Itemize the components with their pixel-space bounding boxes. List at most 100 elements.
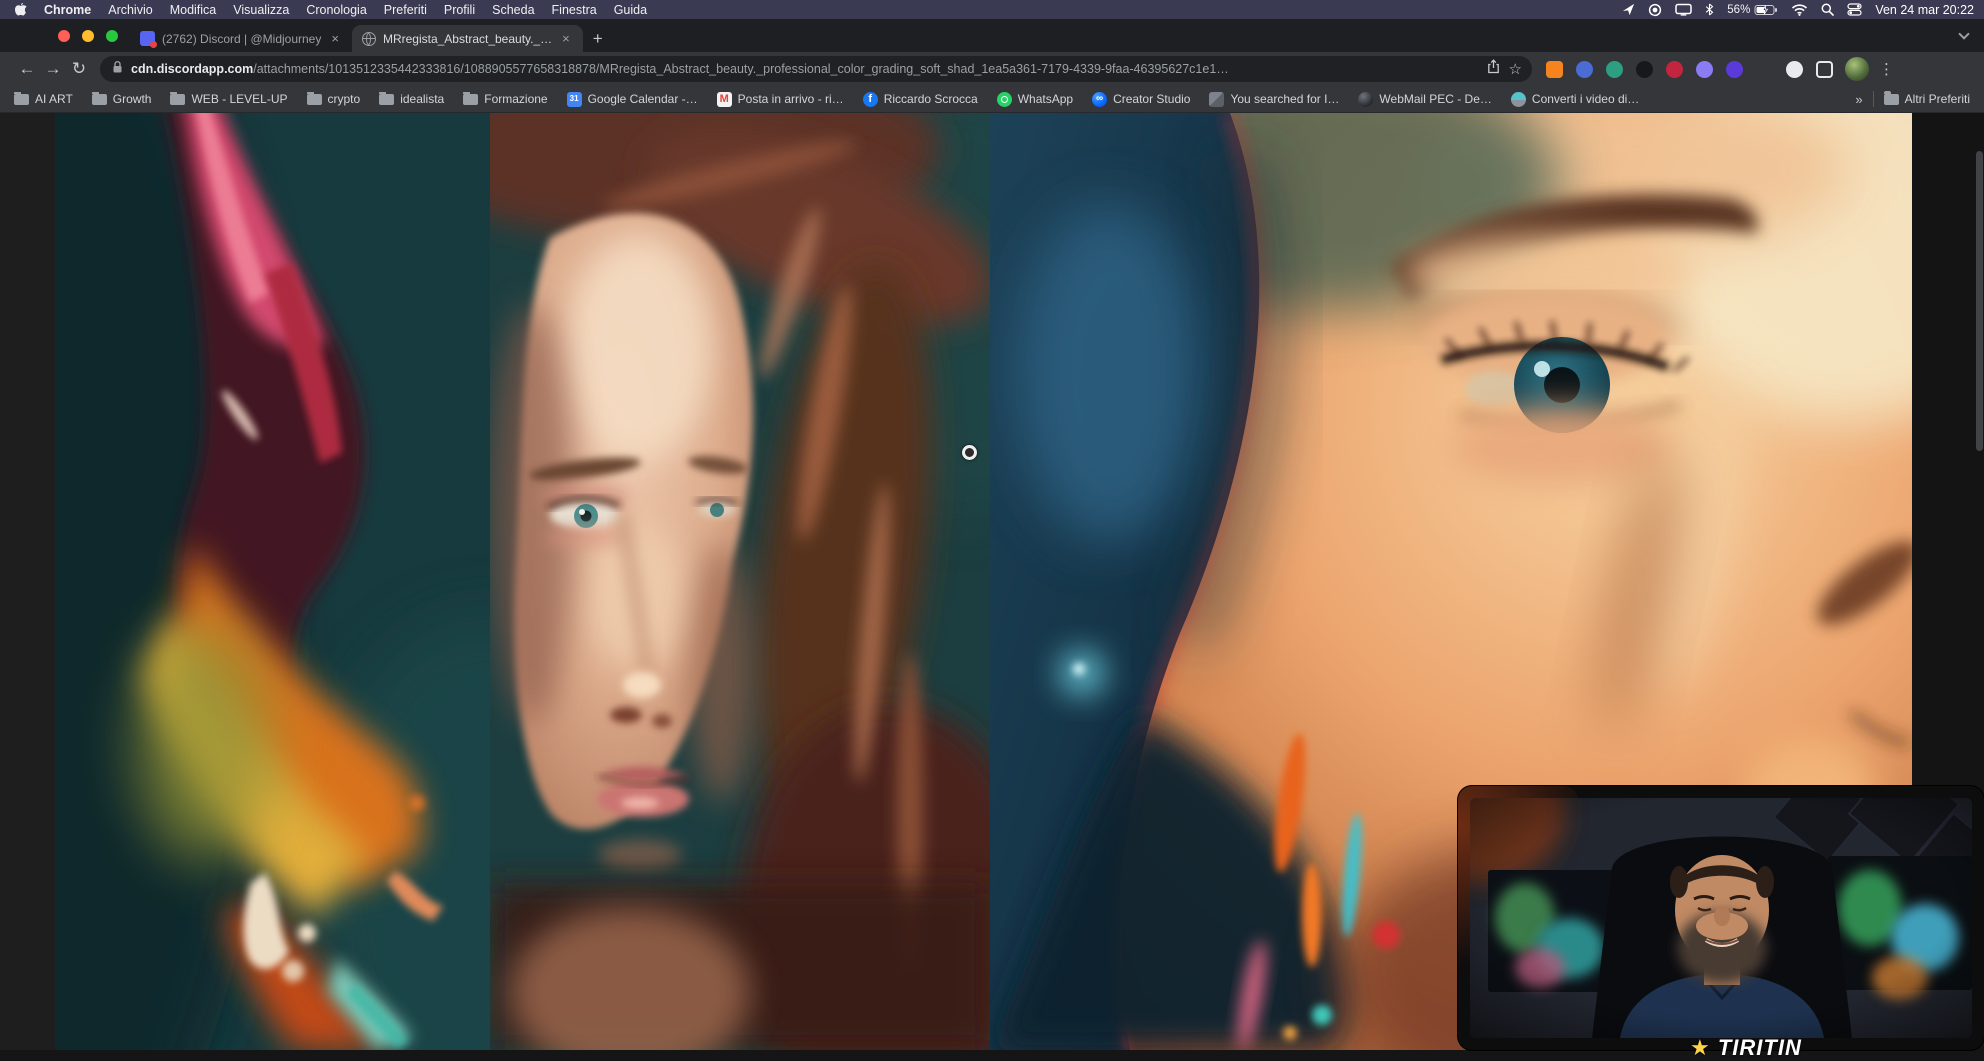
url-path: /attachments/1013512335442333816/1088905… <box>253 62 1229 76</box>
watermark-text: ★ TIRITIN <box>1690 1035 1802 1061</box>
whatsapp-favicon <box>997 92 1012 107</box>
folder-icon <box>1884 94 1899 105</box>
dark-circle-extension-icon[interactable] <box>1636 61 1653 78</box>
apple-logo-icon[interactable] <box>14 2 27 17</box>
bookmark-label: WEB - LEVEL-UP <box>191 92 287 106</box>
folder-icon <box>92 94 107 105</box>
menu-chrome[interactable]: Chrome <box>44 3 91 17</box>
back-button[interactable]: ← <box>14 59 40 79</box>
bookmark-label: WebMail PEC - De… <box>1379 92 1491 106</box>
red-key-extension-icon[interactable] <box>1666 61 1683 78</box>
page-background-left <box>0 113 55 1050</box>
watermark-star-icon: ★ <box>1690 1035 1711 1060</box>
bluetooth-icon[interactable] <box>1705 3 1714 16</box>
bookmark-formazione[interactable]: Formazione <box>463 92 547 106</box>
artwork-portrait-panel <box>490 113 990 1050</box>
tab-inactive-0[interactable]: (2762) Discord | @Midjourney × <box>130 25 352 52</box>
menu-preferiti[interactable]: Preferiti <box>384 3 427 17</box>
bookmark-creator-studio[interactable]: ∞ Creator Studio <box>1092 92 1190 107</box>
bookmarks-divider <box>1873 91 1874 107</box>
url-text: cdn.discordapp.com/attachments/101351233… <box>131 62 1479 76</box>
metamask-extension-icon[interactable] <box>1546 61 1563 78</box>
new-tab-button[interactable]: + <box>583 25 613 52</box>
menu-guida[interactable]: Guida <box>614 3 647 17</box>
bookmark-label: Posta in arrivo - ri… <box>738 92 844 106</box>
lock-icon <box>112 60 123 79</box>
bookmark-posta-in-arrivo-ri[interactable]: MPosta in arrivo - ri… <box>717 92 844 107</box>
tab-search-chevron-icon[interactable] <box>1958 28 1969 39</box>
webmail-favicon <box>1358 92 1373 107</box>
bookmark-you-searched-for-i[interactable]: You searched for I… <box>1209 92 1339 107</box>
bookmarks-bar: AI ART Growth WEB - LEVEL-UP crypto idealist… <box>0 86 1984 113</box>
bookmark-whatsapp[interactable]: WhatsApp <box>997 92 1073 107</box>
window-zoom-button[interactable] <box>106 30 118 42</box>
menu-profili[interactable]: Profili <box>444 3 475 17</box>
battery-status[interactable]: 56% <box>1727 4 1778 16</box>
bookmark-label: Riccardo Scrocca <box>884 92 978 106</box>
menu-archivio[interactable]: Archivio <box>108 3 152 17</box>
chrome-menu-icon[interactable]: ⋮ <box>1879 60 1894 78</box>
scrollbar-thumb[interactable] <box>1976 151 1983 451</box>
reload-button[interactable]: ↻ <box>66 59 92 79</box>
meta-favicon: ∞ <box>1092 92 1107 107</box>
green-n-extension-icon[interactable] <box>1606 61 1623 78</box>
webcam-overlay <box>1458 786 1984 1050</box>
window-close-button[interactable] <box>58 30 70 42</box>
bookmark-converti-i-video-di[interactable]: Converti i video di… <box>1511 92 1639 107</box>
folder-icon <box>463 94 478 105</box>
chrome-tab-strip: (2762) Discord | @Midjourney×MRregista_A… <box>0 19 1984 52</box>
tab-active-1[interactable]: MRregista_Abstract_beauty._… × <box>352 25 583 52</box>
menu-bar-clock[interactable]: Ven 24 mar 20:22 <box>1875 3 1974 17</box>
share-icon[interactable] <box>1487 59 1500 79</box>
bookmarks-overflow-chevron[interactable]: » <box>1855 92 1862 107</box>
bookmark-idealista[interactable]: idealista <box>379 92 444 106</box>
forward-button[interactable]: → <box>40 59 66 79</box>
other-bookmarks-label: Altri Preferiti <box>1905 92 1970 106</box>
convert-favicon <box>1511 92 1526 107</box>
facebook-favicon: f <box>863 92 878 107</box>
menu-visualizza[interactable]: Visualizza <box>233 3 289 17</box>
profile-avatar[interactable] <box>1845 57 1869 81</box>
bookmark-ai-art[interactable]: AI ART <box>14 92 73 106</box>
tab-close-icon[interactable]: × <box>559 31 573 46</box>
menu-finestra[interactable]: Finestra <box>552 3 597 17</box>
bookmark-riccardo-scrocca[interactable]: f Riccardo Scrocca <box>863 92 978 107</box>
puzzle-extensions-icon[interactable] <box>1786 61 1803 78</box>
bookmark-star-icon[interactable]: ☆ <box>1509 60 1522 78</box>
bookmark-crypto[interactable]: crypto <box>307 92 361 106</box>
location-services-icon[interactable] <box>1622 3 1635 16</box>
chrome-toolbar: ← → ↻ cdn.discordapp.com/attachments/101… <box>0 52 1984 86</box>
address-bar[interactable]: cdn.discordapp.com/attachments/101351233… <box>100 56 1532 82</box>
bookmark-web-level-up[interactable]: WEB - LEVEL-UP <box>170 92 287 106</box>
bookmark-label: Growth <box>113 92 152 106</box>
purple-eye-extension-icon[interactable] <box>1696 61 1713 78</box>
tab-title: (2762) Discord | @Midjourney <box>162 32 321 46</box>
menu-cronologia[interactable]: Cronologia <box>306 3 366 17</box>
wifi-icon[interactable] <box>1791 3 1808 16</box>
blue-extension-icon[interactable] <box>1576 61 1593 78</box>
url-host: cdn.discordapp.com <box>131 62 253 76</box>
bookmark-growth[interactable]: Growth <box>92 92 152 106</box>
spotlight-search-icon[interactable] <box>1821 3 1834 16</box>
menu-scheda[interactable]: Scheda <box>492 3 534 17</box>
purple-blob-extension-icon[interactable] <box>1726 61 1743 78</box>
screen-record-indicator-icon[interactable] <box>1648 3 1662 17</box>
menu-modifica[interactable]: Modifica <box>170 3 217 17</box>
gcal-favicon: 31 <box>567 92 582 107</box>
globe-favicon <box>362 32 376 46</box>
tab-title: MRregista_Abstract_beauty._… <box>383 32 552 46</box>
bookmark-webmail-pec-de[interactable]: WebMail PEC - De… <box>1358 92 1491 107</box>
bookmark-label: Formazione <box>484 92 547 106</box>
battery-icon <box>1754 4 1778 16</box>
control-center-icon[interactable] <box>1847 3 1862 16</box>
window-minimize-button[interactable] <box>82 30 94 42</box>
tab-close-icon[interactable]: × <box>328 31 342 46</box>
bookmark-google-calendar[interactable]: 31Google Calendar -… <box>567 92 698 107</box>
display-mirroring-icon[interactable] <box>1675 3 1692 16</box>
extensions-row <box>1546 61 1833 78</box>
grid-extension-icon[interactable] <box>1756 61 1773 78</box>
bookmark-label: Creator Studio <box>1113 92 1190 106</box>
photo-favicon <box>1209 92 1224 107</box>
reading-list-icon[interactable] <box>1816 61 1833 78</box>
other-bookmarks-folder[interactable]: Altri Preferiti <box>1884 92 1970 106</box>
